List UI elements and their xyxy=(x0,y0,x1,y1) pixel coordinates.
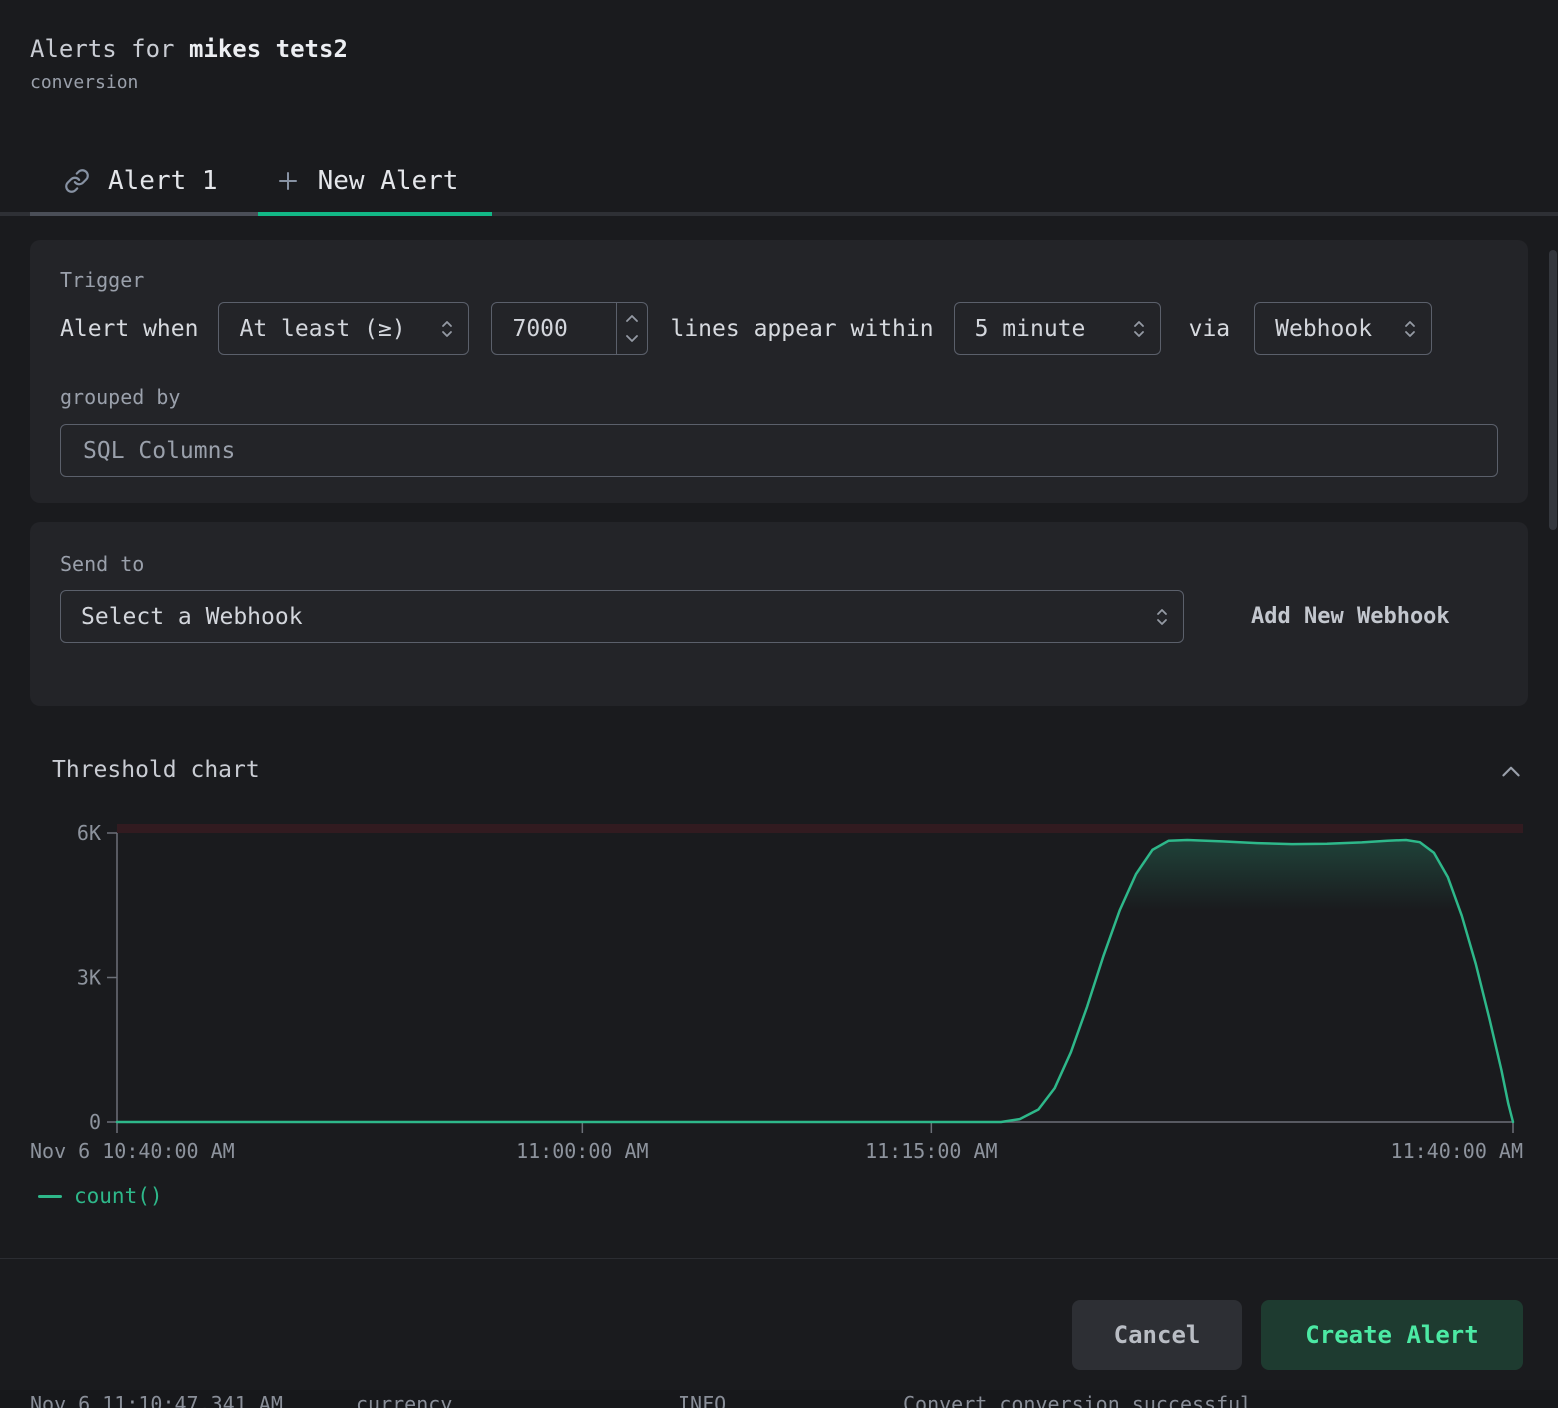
window-value: 5 minute xyxy=(975,316,1086,342)
svg-text:6K: 6K xyxy=(77,821,101,845)
alert-when-label: Alert when xyxy=(60,316,198,342)
log-message: Convert conversion successful xyxy=(903,1392,1252,1408)
send-to-panel: Send to Select a Webhook Add New Webhook xyxy=(30,522,1528,706)
log-timestamp: Nov 6 11:10:47.341 AM xyxy=(30,1392,283,1408)
tab-alert-1-label: Alert 1 xyxy=(108,166,218,196)
chevron-up-down-icon xyxy=(1153,606,1171,628)
tab-alert-1[interactable]: Alert 1 xyxy=(30,150,258,212)
channel-value: Webhook xyxy=(1275,316,1372,342)
footer-divider xyxy=(0,1258,1558,1259)
title-prefix: Alerts for xyxy=(30,35,175,63)
chevron-up-down-icon xyxy=(1130,318,1148,340)
page-title: Alerts for mikes tets2 xyxy=(30,34,348,64)
dataset-subtitle: conversion xyxy=(30,72,348,94)
trigger-row: Alert when At least (≥) lines appear wit… xyxy=(60,302,1498,355)
svg-text:3K: 3K xyxy=(77,966,101,990)
add-new-webhook-button[interactable]: Add New Webhook xyxy=(1245,603,1456,630)
comparator-value: At least (≥) xyxy=(239,316,405,342)
via-label: via xyxy=(1189,316,1231,342)
cancel-button[interactable]: Cancel xyxy=(1072,1300,1242,1370)
trigger-section-label: Trigger xyxy=(60,240,1498,292)
plus-icon xyxy=(276,169,300,193)
dataset-name: mikes tets2 xyxy=(189,35,348,63)
comparator-select[interactable]: At least (≥) xyxy=(218,302,469,355)
threshold-chart-title: Threshold chart xyxy=(52,757,260,783)
create-alert-button[interactable]: Create Alert xyxy=(1261,1300,1523,1370)
collapse-chart-button[interactable] xyxy=(1496,758,1526,787)
webhook-select-placeholder: Select a Webhook xyxy=(81,604,303,630)
log-service: currency xyxy=(356,1392,452,1408)
trigger-panel: Trigger Alert when At least (≥) lines ap… xyxy=(30,240,1528,503)
lines-appear-label: lines appear within xyxy=(670,316,933,342)
threshold-input[interactable] xyxy=(492,303,616,354)
link-icon xyxy=(64,168,90,194)
sql-columns-input[interactable] xyxy=(60,424,1498,477)
chevron-up-icon xyxy=(1498,770,1524,785)
chart-legend[interactable]: count() xyxy=(38,1184,163,1208)
scrollbar-thumb[interactable] xyxy=(1549,250,1557,530)
alert-tabs: Alert 1 New Alert xyxy=(0,150,1558,216)
send-to-label: Send to xyxy=(60,522,1498,576)
legend-series-label: count() xyxy=(74,1184,163,1208)
tab-new-alert[interactable]: New Alert xyxy=(258,150,493,212)
svg-text:11:15:00 AM: 11:15:00 AM xyxy=(865,1139,997,1163)
modal-header: Alerts for mikes tets2 conversion xyxy=(30,34,348,94)
threshold-chart: 6K 3K 0 Nov 6 10:40:00 AM 11:00:00 AM 11:15:0… xyxy=(0,810,1558,1170)
legend-swatch xyxy=(38,1195,62,1198)
spinner-down-icon xyxy=(625,334,639,343)
threshold-number-box xyxy=(491,302,648,355)
number-spinner[interactable] xyxy=(616,303,647,354)
svg-text:Nov 6 10:40:00 AM: Nov 6 10:40:00 AM xyxy=(30,1139,235,1163)
tab-new-alert-label: New Alert xyxy=(318,166,459,196)
grouped-by-label: grouped by xyxy=(60,385,1498,409)
window-select[interactable]: 5 minute xyxy=(954,302,1161,355)
webhook-select[interactable]: Select a Webhook xyxy=(60,590,1184,643)
chevron-up-down-icon xyxy=(438,318,456,340)
send-to-row: Select a Webhook Add New Webhook xyxy=(60,590,1498,643)
log-level: INFO xyxy=(678,1392,726,1408)
svg-text:11:40:00 AM: 11:40:00 AM xyxy=(1391,1139,1523,1163)
channel-select[interactable]: Webhook xyxy=(1254,302,1432,355)
background-log-row: Nov 6 11:10:47.341 AM currency INFO Conv… xyxy=(0,1390,1558,1408)
spinner-up-icon xyxy=(625,314,639,323)
alert-modal: Alerts for mikes tets2 conversion Alert … xyxy=(0,0,1558,1408)
chevron-up-down-icon xyxy=(1401,318,1419,340)
svg-text:11:00:00 AM: 11:00:00 AM xyxy=(516,1139,648,1163)
svg-text:0: 0 xyxy=(89,1110,101,1134)
grouped-by-input-wrap xyxy=(60,424,1498,477)
